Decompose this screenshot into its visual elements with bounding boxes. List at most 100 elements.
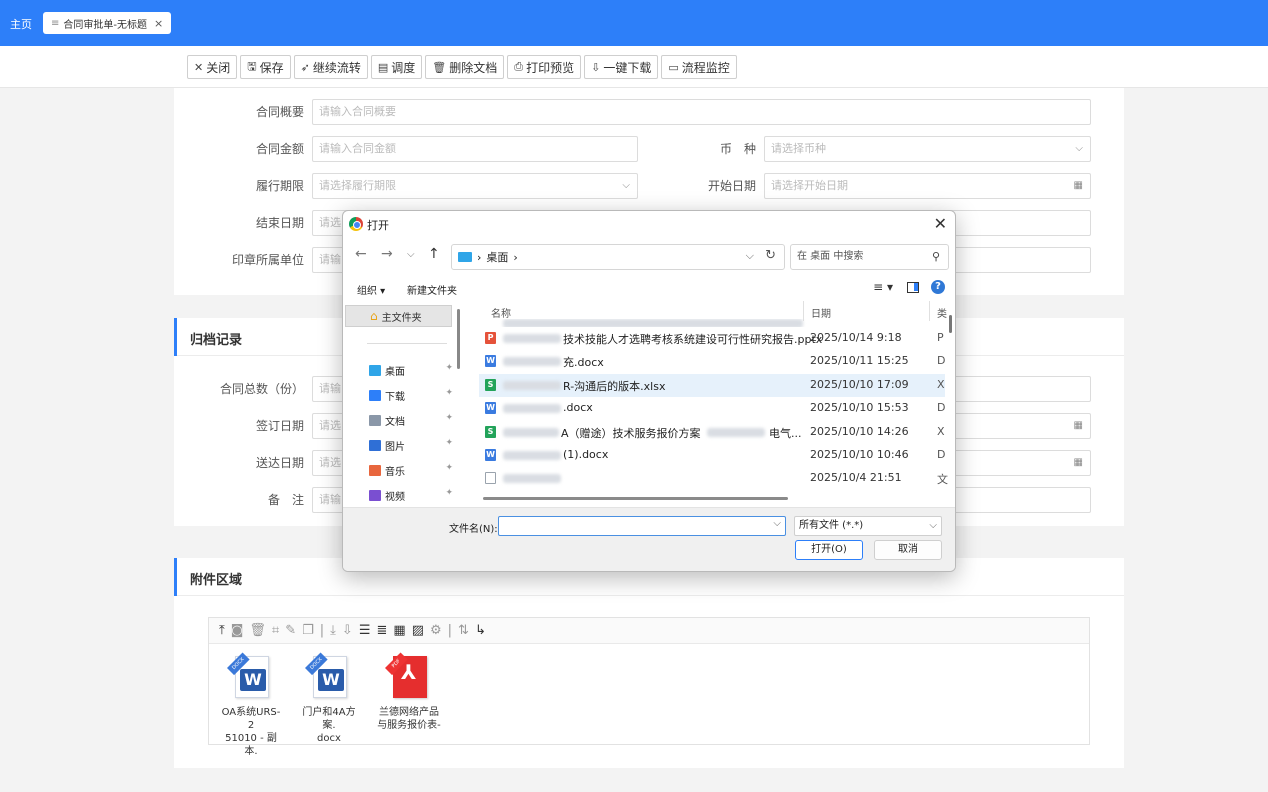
detail-view-icon[interactable]: ≣	[376, 623, 387, 638]
filename-label: 文件名(N):	[449, 524, 498, 535]
dialog-close-icon[interactable]: ✕	[934, 214, 947, 233]
delete-doc-button[interactable]: 🗑 删除文档	[425, 55, 505, 79]
recent-chevron-icon[interactable]: ⌵	[407, 249, 415, 260]
column-name[interactable]: 名称	[491, 305, 511, 320]
dialog-bottom-area: 文件名(N): ⌵ 所有文件 (*.*) ⌵ 打开(O) 取消	[343, 507, 955, 571]
download-all-icon[interactable]: ⇩	[342, 623, 353, 638]
videos-folder-icon	[369, 489, 381, 501]
amount-input[interactable]: 请输入合同金额	[312, 136, 638, 162]
chevron-down-icon: ⌵	[622, 180, 630, 191]
chevron-down-icon[interactable]: ⌵	[773, 518, 781, 529]
seal-unit-label: 印章所属单位	[231, 253, 304, 267]
new-folder-button[interactable]: 新建文件夹	[407, 282, 457, 297]
attachment-toolbar: ⤒ ◙ 🗑 ⌗ ✎ ❐ | ⤓ ⇩ ☰ ≣ ▦ ▨ ⚙ | ⇅ ↳	[209, 618, 1089, 644]
column-type[interactable]: 类	[937, 305, 947, 320]
redacted-text	[503, 404, 561, 414]
export-icon[interactable]: ↳	[475, 623, 486, 638]
view-options-icon[interactable]: ≡ ▾	[873, 280, 893, 294]
file-row[interactable]: S A（赠途）技术服务报价方案 电气... 2025/10/10 14:26 X	[479, 421, 945, 444]
nav-home-folder[interactable]: ⌂ 主文件夹	[345, 305, 452, 327]
redacted-text	[503, 357, 561, 367]
start-date-picker[interactable]: 请选择开始日期 ▦	[764, 173, 1091, 199]
nav-item-videos[interactable]: 视频 ✦	[369, 486, 453, 504]
dispatch-button[interactable]: ▤ 调度	[370, 55, 423, 79]
cancel-button[interactable]: 取消	[874, 540, 942, 560]
word-file-icon: W	[485, 355, 496, 368]
dialog-titlebar: 打开 ✕	[343, 211, 955, 237]
help-icon[interactable]: ?	[931, 280, 945, 294]
address-dropdown-icon[interactable]: ⌵	[746, 249, 754, 263]
nav-item-music[interactable]: 音乐 ✦	[369, 461, 453, 479]
word-file-icon: W DOCX	[305, 652, 351, 700]
list-view-icon[interactable]: ☰	[359, 623, 371, 638]
image-view-icon[interactable]: ▨	[412, 623, 424, 638]
filename-input[interactable]: ⌵	[498, 516, 786, 536]
excel-file-icon: S	[485, 378, 496, 391]
preview-pane-icon[interactable]	[907, 282, 919, 293]
file-row[interactable]: W (1).docx 2025/10/10 10:46 D	[479, 444, 945, 467]
file-list-hscrollbar[interactable]	[483, 497, 788, 500]
period-select[interactable]: 请选择履行期限 ⌵	[312, 173, 638, 199]
continue-flow-icon: ➶	[300, 60, 310, 74]
file-row[interactable]: P 技术技能人才选聘考核系统建设可行性研究报告.pptx 2025/10/14 9:…	[479, 327, 945, 350]
file-list-vscrollbar[interactable]	[949, 315, 952, 333]
nav-item-downloads[interactable]: 下载 ✦	[369, 386, 453, 404]
address-bar[interactable]: › 桌面 › ⌵ ↻	[451, 244, 785, 270]
edit-icon[interactable]: ✎	[285, 623, 296, 638]
up-arrow-icon[interactable]: ↑	[428, 246, 440, 262]
file-date: 2025/10/10 10:46	[810, 448, 909, 461]
grid-view-icon[interactable]: ▦	[393, 623, 405, 638]
copy-icon[interactable]: ❐	[302, 623, 314, 638]
forward-arrow-icon[interactable]: →	[381, 246, 393, 262]
nav-item-desktop[interactable]: 桌面 ✦	[369, 361, 453, 379]
attachment-file[interactable]: ⅄ PDF 兰德网络产品 与服务报价表-	[377, 652, 441, 732]
file-row-partial[interactable]	[479, 319, 945, 327]
save-button[interactable]: 🖫 保存	[240, 55, 291, 79]
refresh-icon[interactable]: ↻	[765, 248, 776, 263]
attachment-name-cont: 与服务报价表-	[377, 720, 441, 731]
address-current[interactable]: 桌面	[486, 249, 508, 265]
flow-monitor-button[interactable]: ▭ 流程监控	[661, 55, 737, 79]
nav-pane-scrollbar[interactable]	[457, 309, 460, 369]
top-nav-bar: 主页 ≡ 合同审批单-无标题 ×	[0, 0, 1268, 46]
sort-icon[interactable]: ⇅	[458, 623, 469, 638]
camera-icon[interactable]: ◙	[231, 623, 244, 638]
download-icon[interactable]: ⤓	[330, 623, 336, 638]
currency-select[interactable]: 请选择币种 ⌵	[764, 136, 1091, 162]
file-row[interactable]: W .docx 2025/10/10 15:53 D	[479, 397, 945, 420]
file-row[interactable]: W 充.docx 2025/10/11 15:25 D	[479, 350, 945, 373]
summary-input[interactable]: 请输入合同概要	[312, 99, 1091, 125]
file-type: X	[937, 377, 945, 391]
nav-item-pictures[interactable]: 图片 ✦	[369, 436, 453, 454]
open-button[interactable]: 打开(O)	[795, 540, 863, 560]
file-row[interactable]: 2025/10/4 21:51 文	[479, 467, 948, 490]
currency-label: 币 种	[719, 142, 756, 156]
scan-icon[interactable]: ⌗	[272, 623, 279, 638]
redacted-text	[503, 427, 559, 437]
back-arrow-icon[interactable]: ←	[355, 246, 367, 262]
column-date[interactable]: 日期	[811, 305, 831, 320]
tab-contract-approval[interactable]: ≡ 合同审批单-无标题 ×	[43, 12, 172, 34]
open-file-dialog: 打开 ✕ ← → ⌵ ↑ › 桌面 › ⌵ ↻ 在 桌面 中搜索 ⚲ 组织 ▾ …	[342, 210, 956, 572]
settings-icon[interactable]: ⚙	[430, 623, 442, 638]
close-button[interactable]: ✕ 关闭	[187, 55, 238, 79]
calendar-icon: ▦	[1073, 420, 1083, 431]
organize-button[interactable]: 组织 ▾	[357, 282, 385, 297]
file-row[interactable]: S R-沟通后的版本.xlsx 2025/10/10 17:09 X	[479, 373, 945, 397]
dialog-search-input[interactable]: 在 桌面 中搜索 ⚲	[790, 244, 949, 270]
print-preview-button[interactable]: ⎙ 打印预览	[507, 55, 582, 79]
delete-doc-icon: 🗑	[432, 60, 447, 74]
attachment-file[interactable]: W DOCX OA系统URS-2 51010 - 副本.	[219, 652, 283, 758]
attachment-file[interactable]: W DOCX 门户和4A方案. docx	[297, 652, 361, 745]
one-click-download-button[interactable]: ⇩ 一键下载	[584, 55, 659, 79]
filetype-select[interactable]: 所有文件 (*.*) ⌵	[794, 516, 942, 536]
calendar-icon: ▦	[1073, 457, 1083, 468]
tab-close-icon[interactable]: ×	[154, 17, 163, 30]
nav-item-documents[interactable]: 文档 ✦	[369, 411, 453, 429]
home-link[interactable]: 主页	[10, 16, 32, 32]
file-date: 2025/10/10 14:26	[810, 424, 909, 438]
trash-icon[interactable]: 🗑	[249, 623, 266, 638]
calendar-icon: ▦	[1073, 180, 1083, 191]
continue-flow-button[interactable]: ➶ 继续流转	[293, 55, 368, 79]
upload-icon[interactable]: ⤒	[219, 623, 225, 638]
